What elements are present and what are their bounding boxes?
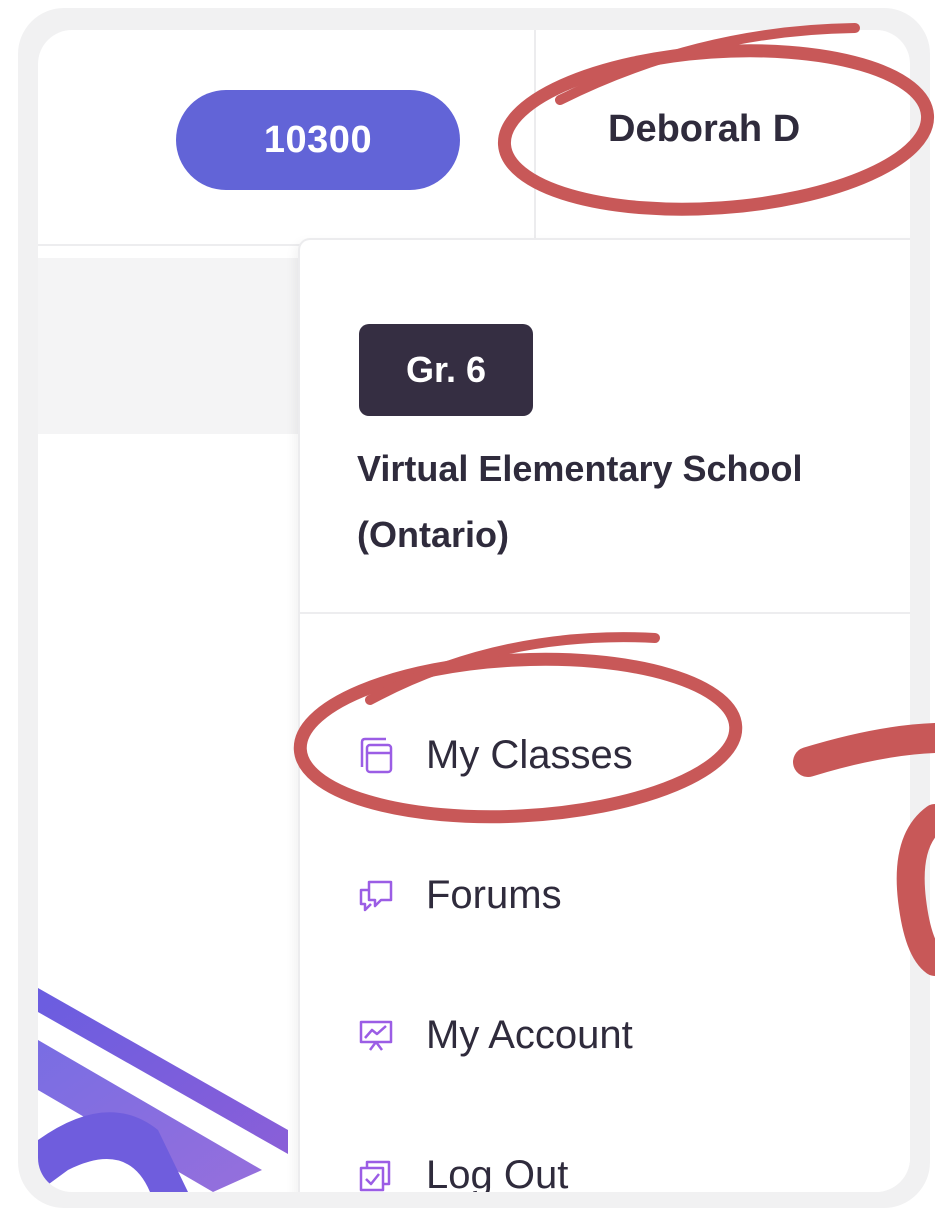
- menu-item-label: Forums: [426, 872, 562, 917]
- school-name-line1: Virtual Elementary School: [357, 448, 803, 489]
- school-name: Virtual Elementary School (Ontario): [357, 436, 910, 568]
- menu-item-my-account[interactable]: My Account: [356, 1000, 633, 1070]
- app-viewport: 10300 Deborah D Gr. 6 Virtual Elementary…: [38, 30, 910, 1192]
- grade-badge: Gr. 6: [359, 324, 533, 416]
- menu-item-label: My Classes: [426, 732, 633, 777]
- user-menu-button[interactable]: Deborah D: [608, 108, 800, 151]
- classes-icon: [356, 735, 396, 775]
- menu-item-forums[interactable]: Forums: [356, 860, 562, 930]
- forums-icon: [356, 875, 396, 915]
- menu-item-my-classes[interactable]: My Classes: [356, 720, 633, 790]
- header-divider: [534, 30, 536, 240]
- menu-item-label: My Account: [426, 1012, 633, 1057]
- brand-logo-icon: [38, 988, 288, 1192]
- menu-item-log-out[interactable]: Log Out: [356, 1140, 568, 1192]
- logout-icon: [356, 1155, 396, 1192]
- user-dropdown-menu: Gr. 6 Virtual Elementary School (Ontario…: [298, 238, 910, 1192]
- school-name-line2: (Ontario): [357, 514, 509, 555]
- menu-divider: [300, 612, 910, 614]
- account-icon: [356, 1015, 396, 1055]
- menu-item-label: Log Out: [426, 1152, 569, 1193]
- screenshot-frame: 10300 Deborah D Gr. 6 Virtual Elementary…: [18, 8, 930, 1208]
